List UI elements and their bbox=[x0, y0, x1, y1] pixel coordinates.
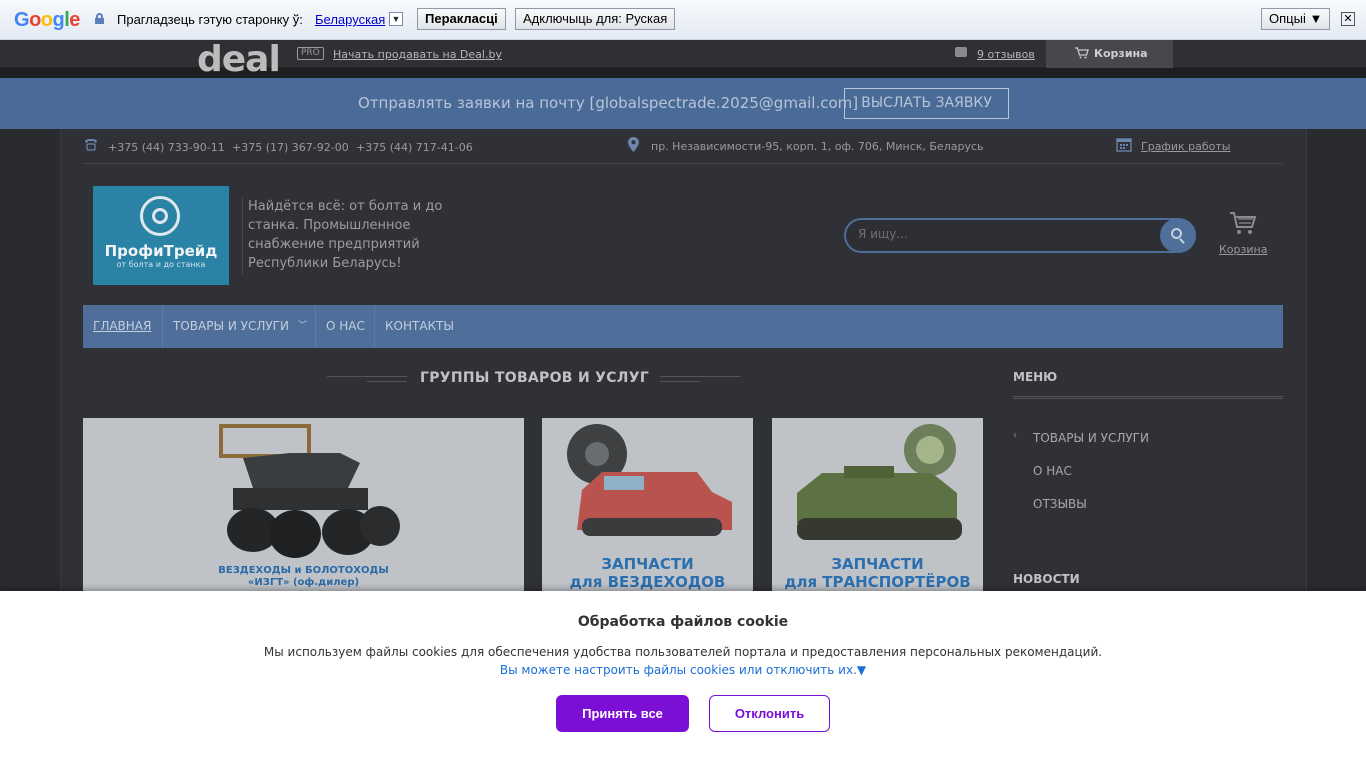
card-caption: ЗАПЧАСТИ bbox=[601, 555, 694, 573]
language-dropdown-icon[interactable]: ▼ bbox=[389, 12, 403, 26]
deal-cart-button[interactable]: Корзина bbox=[1046, 40, 1173, 68]
nav-divider bbox=[162, 305, 163, 348]
card-caption: для ТРАНСПОРТЁРОВ bbox=[784, 573, 971, 591]
product-group-card[interactable]: ВЕЗДЕХОДЫ и БОЛОТОХОДЫ «ИЗГТ» (оф.дилер) bbox=[83, 418, 524, 591]
card-caption: для ВЕЗДЕХОДОВ bbox=[569, 573, 726, 591]
phone-number[interactable]: +375 (17) 367-92-00 bbox=[232, 141, 349, 154]
cookie-text: Мы используем файлы cookies для обеспече… bbox=[263, 645, 1103, 659]
calendar-icon bbox=[1116, 137, 1132, 156]
nav-item-products[interactable]: ТОВАРЫ И УСЛУГИ bbox=[173, 305, 289, 348]
google-logo-letter: g bbox=[52, 9, 65, 31]
title-decoration bbox=[367, 381, 407, 382]
nav-divider bbox=[315, 305, 316, 348]
divider bbox=[83, 163, 1283, 164]
translate-button[interactable]: Перакласці bbox=[417, 8, 506, 30]
decline-cookies-button[interactable]: Отклонить bbox=[709, 695, 830, 732]
cart-icon[interactable] bbox=[1229, 210, 1257, 238]
sidebar-item-reviews[interactable]: ОТЗЫВЫ bbox=[1033, 497, 1087, 511]
reviews-link[interactable]: 9 отзывов bbox=[977, 48, 1035, 61]
location-pin-icon bbox=[628, 137, 639, 156]
disable-translate-button[interactable]: Адключыць для: Руская bbox=[515, 8, 676, 30]
cookie-title: Обработка файлов cookie bbox=[577, 614, 789, 630]
google-logo-letter: e bbox=[69, 9, 80, 31]
language-link[interactable]: Беларуская bbox=[315, 12, 385, 27]
sidebar-item-about[interactable]: О НАС bbox=[1033, 464, 1072, 478]
nav-item-about[interactable]: О НАС bbox=[326, 305, 365, 348]
translate-prompt: Прагладзець гэтую старонку ў: bbox=[117, 12, 303, 27]
google-logo-letter: o bbox=[29, 9, 41, 31]
gear-inner-icon bbox=[152, 208, 168, 224]
nav-item-home[interactable]: ГЛАВНАЯ bbox=[93, 305, 151, 348]
pro-badge: PRO bbox=[297, 47, 324, 60]
card-caption: ЗАПЧАСТИ bbox=[831, 555, 924, 573]
title-decoration bbox=[660, 381, 700, 382]
company-slogan: Найдётся всё: от болта и до станка. Пром… bbox=[248, 199, 443, 271]
translate-bar: Google Прагладзець гэтую старонку ў: Бел… bbox=[0, 0, 1366, 40]
logo-tagline: от болта и до станка bbox=[116, 260, 206, 269]
chevron-left-icon[interactable]: ‹ bbox=[1013, 430, 1017, 441]
sidebar-news-title: НОВОСТИ bbox=[1013, 572, 1080, 586]
product-group-card[interactable]: ЗАПЧАСТИ для ВЕЗДЕХОДОВ bbox=[542, 418, 753, 591]
schedule-link[interactable]: График работы bbox=[1141, 140, 1230, 153]
search-button[interactable] bbox=[1160, 218, 1196, 253]
phone-number[interactable]: +375 (44) 717-41-06 bbox=[356, 141, 473, 154]
search-input[interactable] bbox=[858, 227, 1148, 241]
options-button[interactable]: Опцыі ▼ bbox=[1261, 8, 1331, 30]
phone-number[interactable]: +375 (44) 733-90-11 bbox=[108, 141, 225, 154]
cookie-settings-link[interactable]: Вы можете настроить файлы cookies или от… bbox=[0, 663, 1366, 677]
google-logo-letter: o bbox=[40, 9, 53, 31]
chevron-down-icon[interactable]: ﹀ bbox=[298, 305, 307, 348]
product-group-card[interactable]: ЗАПЧАСТИ для ТРАНСПОРТЁРОВ bbox=[772, 418, 983, 591]
deal-logo[interactable]: deal bbox=[197, 40, 281, 80]
send-request-button[interactable]: ВЫСЛАТЬ ЗАЯВКУ bbox=[844, 88, 1009, 119]
lock-icon bbox=[95, 13, 104, 24]
phone-icon bbox=[83, 138, 99, 156]
google-logo: Google bbox=[14, 9, 80, 32]
google-logo-letter: G bbox=[14, 9, 30, 31]
banner-text: Отправлять заявки на почту [globalspectr… bbox=[358, 94, 859, 112]
cart-link[interactable]: Корзина bbox=[1219, 243, 1267, 256]
title-decoration bbox=[327, 376, 407, 377]
card-caption: ВЕЗДЕХОДЫ и БОЛОТОХОДЫ bbox=[218, 565, 389, 576]
logo-name: ПрофиТрейд bbox=[104, 242, 218, 260]
comment-icon bbox=[955, 47, 967, 57]
nav-item-contacts[interactable]: КОНТАКТЫ bbox=[385, 305, 454, 348]
card-caption: «ИЗГТ» (оф.дилер) bbox=[247, 577, 360, 588]
accept-cookies-button[interactable]: Принять все bbox=[556, 695, 689, 732]
sidebar-menu-title: МЕНЮ bbox=[1013, 370, 1058, 384]
start-selling-link[interactable]: Начать продавать на Deal.by bbox=[333, 48, 502, 61]
section-title: ГРУППЫ ТОВАРОВ И УСЛУГ bbox=[420, 370, 650, 386]
title-decoration bbox=[660, 376, 740, 377]
close-icon[interactable]: ✕ bbox=[1341, 12, 1355, 26]
divider bbox=[242, 198, 243, 274]
address-text: пр. Независимости-95, корп. 1, оф. 706, … bbox=[651, 140, 984, 153]
nav-divider bbox=[374, 305, 375, 348]
divider bbox=[1013, 396, 1283, 399]
cart-icon bbox=[1075, 47, 1089, 63]
sidebar-item-products[interactable]: ТОВАРЫ И УСЛУГИ bbox=[1033, 431, 1149, 445]
